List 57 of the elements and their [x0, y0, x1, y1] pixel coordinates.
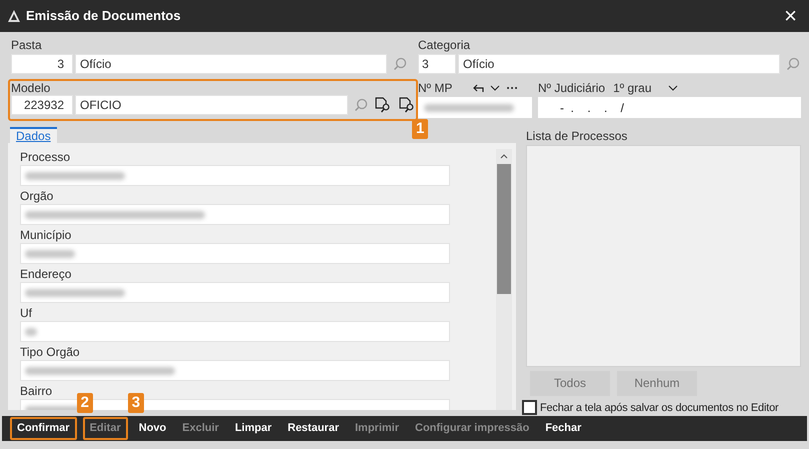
- text-field[interactable]: [20, 321, 450, 342]
- field-label: Município: [20, 227, 72, 243]
- callout-number: 3: [128, 393, 144, 413]
- scrollbar-thumb[interactable]: [497, 164, 511, 294]
- search-icon[interactable]: [393, 57, 407, 71]
- checkbox-label[interactable]: Fechar a tela após salvar os documentos no Editor: [540, 400, 778, 416]
- template-search-icon[interactable]: [398, 96, 416, 114]
- code-field[interactable]: 3: [11, 54, 73, 74]
- toolbar-button[interactable]: Restaurar: [282, 417, 344, 440]
- name-field[interactable]: Ofício: [458, 54, 780, 74]
- search-icon[interactable]: [786, 57, 800, 71]
- code-field[interactable]: 223932: [11, 95, 73, 115]
- text-field[interactable]: [20, 282, 450, 303]
- field-label: Nº Judiciário: [538, 80, 606, 97]
- process-list[interactable]: [526, 145, 801, 366]
- callout-number: 2: [76, 393, 93, 413]
- field-label: Modelo: [11, 81, 52, 95]
- text-field[interactable]: [20, 165, 450, 186]
- field-label: Nº MP: [418, 80, 452, 97]
- tab[interactable]: Dados: [10, 127, 57, 143]
- field-label: Tipo Orgão: [20, 344, 81, 360]
- scrollbar[interactable]: [496, 149, 512, 410]
- field-label: Uf: [20, 305, 33, 321]
- app-logo-icon: [8, 10, 20, 22]
- field-label: Pasta: [11, 37, 43, 54]
- toolbar-button[interactable]: Novo: [134, 417, 172, 440]
- text-field[interactable]: [418, 97, 532, 118]
- redacted-text: [25, 328, 37, 336]
- window-title: Emissão de Documentos: [26, 7, 182, 26]
- toolbar-button[interactable]: Limpar: [230, 417, 277, 440]
- more-button[interactable]: ···: [506, 79, 518, 97]
- text-field[interactable]: [20, 243, 450, 264]
- close-button[interactable]: ×: [780, 5, 801, 27]
- name-field[interactable]: Ofício: [75, 54, 387, 74]
- text-field[interactable]: [20, 360, 450, 381]
- field-label: Endereço: [20, 266, 72, 282]
- scroll-up-icon[interactable]: [500, 154, 508, 159]
- text-field[interactable]: [20, 204, 450, 225]
- callout-number: 1: [412, 119, 428, 139]
- chevron-down-icon[interactable]: [668, 85, 678, 91]
- list-label: Lista de Processos: [526, 128, 628, 145]
- redacted-text: [25, 250, 75, 258]
- document-search-icon[interactable]: [374, 96, 392, 114]
- field-label: Bairro: [20, 383, 54, 399]
- degree-label: 1º grau: [613, 80, 652, 97]
- field-label: Categoria: [418, 37, 472, 54]
- checkbox[interactable]: [522, 400, 537, 416]
- search-icon[interactable]: [354, 98, 368, 112]
- code-field[interactable]: 3: [418, 54, 456, 74]
- chevron-down-icon[interactable]: [490, 85, 500, 91]
- toolbar-button[interactable]: Confirmar: [10, 417, 77, 440]
- field-label: Orgão: [20, 188, 54, 204]
- undo-arrow-icon[interactable]: [472, 83, 484, 93]
- toolbar-button[interactable]: Fechar: [540, 417, 586, 440]
- field-label: Processo: [20, 149, 72, 165]
- judicial-number-field[interactable]: - . . . /: [538, 97, 801, 118]
- name-field[interactable]: OFICIO: [75, 95, 348, 115]
